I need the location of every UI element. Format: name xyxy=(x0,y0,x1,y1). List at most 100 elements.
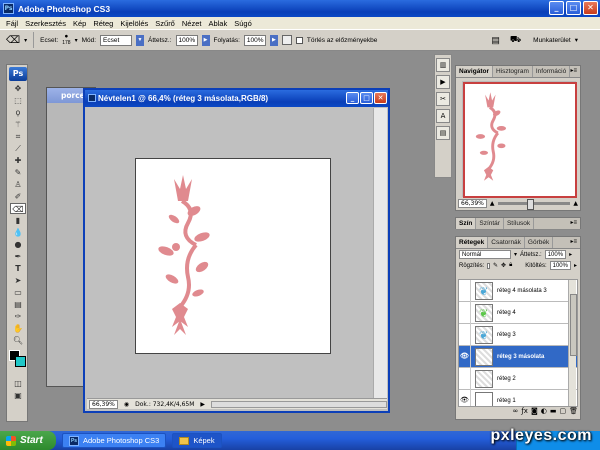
move-tool-icon[interactable]: ✥ xyxy=(10,83,26,94)
zoom-in-icon[interactable]: ▲ xyxy=(573,200,578,207)
workspace-menu[interactable]: Munkaterület xyxy=(533,37,571,44)
blur-tool-icon[interactable]: 💧 xyxy=(10,227,26,238)
layer-opacity-arrow-icon[interactable]: ▸ xyxy=(569,251,572,258)
new-layer-icon[interactable]: ▢ xyxy=(559,407,566,417)
zoom-level[interactable]: 66,39% xyxy=(89,399,118,409)
vertical-scrollbar[interactable] xyxy=(373,108,387,400)
menu-file[interactable]: Fájl xyxy=(6,19,18,28)
lock-pixels-icon[interactable]: ✎ xyxy=(493,262,498,269)
layer-row[interactable]: ❦ réteg 3 xyxy=(459,323,577,346)
panel-menu-icon[interactable]: ▸≡ xyxy=(570,66,577,77)
brush-preset-picker[interactable]: ● 178 xyxy=(62,33,70,46)
start-button[interactable]: Start xyxy=(0,431,56,450)
zoom-out-icon[interactable]: ▲ xyxy=(490,200,495,207)
tab-channels[interactable]: Csatornák xyxy=(488,237,525,248)
tab-swatches[interactable]: Színtár xyxy=(476,218,504,229)
paragraph-panel-icon[interactable]: ▤ xyxy=(436,126,450,140)
layer-row-selected[interactable]: 👁︎ réteg 3 másolata xyxy=(459,345,577,368)
brushes-panel-icon[interactable]: ▥ xyxy=(436,58,450,72)
lock-transparency-icon[interactable] xyxy=(487,262,491,269)
type-tool-icon[interactable]: T xyxy=(10,263,26,274)
brush-tool-icon[interactable]: ✎ xyxy=(10,167,26,178)
background-color[interactable] xyxy=(15,356,26,367)
delete-layer-icon[interactable]: 🗑︎ xyxy=(569,407,578,417)
zoom-slider[interactable] xyxy=(497,198,571,210)
tools-preset-icon[interactable]: ✂ xyxy=(436,92,450,106)
layer-style-icon[interactable]: ƒx xyxy=(521,407,528,417)
layer-row[interactable]: ❦ réteg 4 másolata 3 xyxy=(459,280,577,302)
tab-histogram[interactable]: Hisztogram xyxy=(493,66,533,77)
quick-mask-icon[interactable]: ◫ xyxy=(10,378,26,389)
character-panel-icon[interactable]: A xyxy=(436,109,450,123)
lock-all-icon[interactable]: 🔒︎ xyxy=(509,262,512,269)
taskbar-item-photoshop[interactable]: Ps Adobe Photoshop CS3 xyxy=(62,433,167,448)
eye-icon[interactable]: 👁︎ xyxy=(459,345,471,368)
navigator-preview[interactable] xyxy=(462,81,577,198)
menu-window[interactable]: Ablak xyxy=(208,19,227,28)
pen-tool-icon[interactable]: ✒ xyxy=(10,251,26,262)
tab-color[interactable]: Szín xyxy=(456,218,477,229)
path-selection-icon[interactable]: ➤ xyxy=(10,275,26,286)
doc-close-button[interactable]: ✕ xyxy=(374,92,387,104)
new-group-icon[interactable]: ▬ xyxy=(550,407,557,417)
close-button[interactable]: ✕ xyxy=(583,1,598,15)
airbrush-icon[interactable] xyxy=(281,35,292,45)
fill-arrow-icon[interactable]: ▸ xyxy=(574,262,577,269)
eraser-tool-icon[interactable]: ⌫ xyxy=(6,35,20,46)
zoom-tool-icon[interactable]: 🔍︎ xyxy=(10,335,26,346)
dodge-tool-icon[interactable]: ● xyxy=(10,239,26,250)
blend-dropdown-icon[interactable]: ▾ xyxy=(514,251,517,258)
tab-paths[interactable]: Görbék xyxy=(525,237,554,248)
color-panel-menu-icon[interactable]: ▸≡ xyxy=(570,218,577,229)
tab-navigator[interactable]: Navigátor xyxy=(456,66,493,77)
menu-help[interactable]: Súgó xyxy=(234,19,252,28)
clone-stamp-icon[interactable]: ♙ xyxy=(10,179,26,190)
document-title[interactable]: Névtelen1 @ 66,4% (réteg 3 másolata,RGB/… xyxy=(85,90,388,107)
shape-tool-icon[interactable]: ▭ xyxy=(10,287,26,298)
horizontal-scrollbar[interactable] xyxy=(211,400,387,408)
fill-input[interactable]: 100% xyxy=(549,261,571,270)
layer-row[interactable]: ❦ réteg 4 xyxy=(459,301,577,324)
eyedropper-icon[interactable]: ✑ xyxy=(10,311,26,322)
flow-arrow-icon[interactable]: ▶ xyxy=(269,34,278,46)
actions-panel-icon[interactable]: ▶ xyxy=(436,75,450,89)
tab-layers[interactable]: Rétegek xyxy=(456,237,489,248)
maximize-button[interactable]: □ xyxy=(566,1,581,15)
minimize-button[interactable]: _ xyxy=(549,1,564,15)
visibility-toggle[interactable] xyxy=(459,323,471,346)
notes-tool-icon[interactable]: ▤ xyxy=(10,299,26,310)
status-arrow-icon[interactable]: ▶ xyxy=(200,401,205,408)
tab-styles[interactable]: Stílusok xyxy=(504,218,535,229)
hand-tool-icon[interactable]: ✋ xyxy=(10,323,26,334)
opacity-input[interactable]: 100% xyxy=(175,34,198,46)
history-checkbox[interactable] xyxy=(295,36,303,44)
canvas-area[interactable] xyxy=(87,108,372,400)
document-window-active[interactable]: Névtelen1 @ 66,4% (réteg 3 másolata,RGB/… xyxy=(83,88,390,413)
taskbar-item-folder[interactable]: Képek xyxy=(172,433,222,448)
mode-select[interactable]: Ecset xyxy=(100,34,133,46)
status-info-icon[interactable]: ◉ xyxy=(124,401,129,408)
magic-wand-icon[interactable]: ⚚ xyxy=(10,119,26,130)
photoshop-logo[interactable]: Ps xyxy=(9,67,27,81)
slice-tool-icon[interactable]: ⟋ xyxy=(10,143,26,154)
layer-opacity-input[interactable]: 100% xyxy=(544,250,567,259)
doc-maximize-button[interactable]: □ xyxy=(360,92,373,104)
gradient-tool-icon[interactable]: ▮ xyxy=(10,215,26,226)
visibility-toggle[interactable] xyxy=(459,301,471,324)
menu-view[interactable]: Nézet xyxy=(182,19,202,28)
healing-brush-icon[interactable]: ✚ xyxy=(10,155,26,166)
menu-layer[interactable]: Réteg xyxy=(93,19,113,28)
chevron-down-icon[interactable]: ▼ xyxy=(136,34,145,46)
crop-tool-icon[interactable]: ⌗ xyxy=(10,131,26,142)
flow-input[interactable]: 100% xyxy=(243,34,266,46)
navigator-zoom-value[interactable]: 66,39% xyxy=(458,198,487,208)
palette-well-icon[interactable]: ▤ xyxy=(491,35,500,46)
visibility-toggle[interactable] xyxy=(459,367,471,390)
layer-mask-icon[interactable]: ◙ xyxy=(531,407,538,417)
doc-minimize-button[interactable]: _ xyxy=(346,92,359,104)
opacity-arrow-icon[interactable]: ▶ xyxy=(201,34,210,46)
visibility-toggle[interactable] xyxy=(459,280,471,302)
history-brush-icon[interactable]: ✐ xyxy=(10,191,26,202)
doc-size-info[interactable]: Dok.: 732,4K/4,65M xyxy=(135,401,194,408)
navigator-view-box[interactable] xyxy=(463,82,577,198)
